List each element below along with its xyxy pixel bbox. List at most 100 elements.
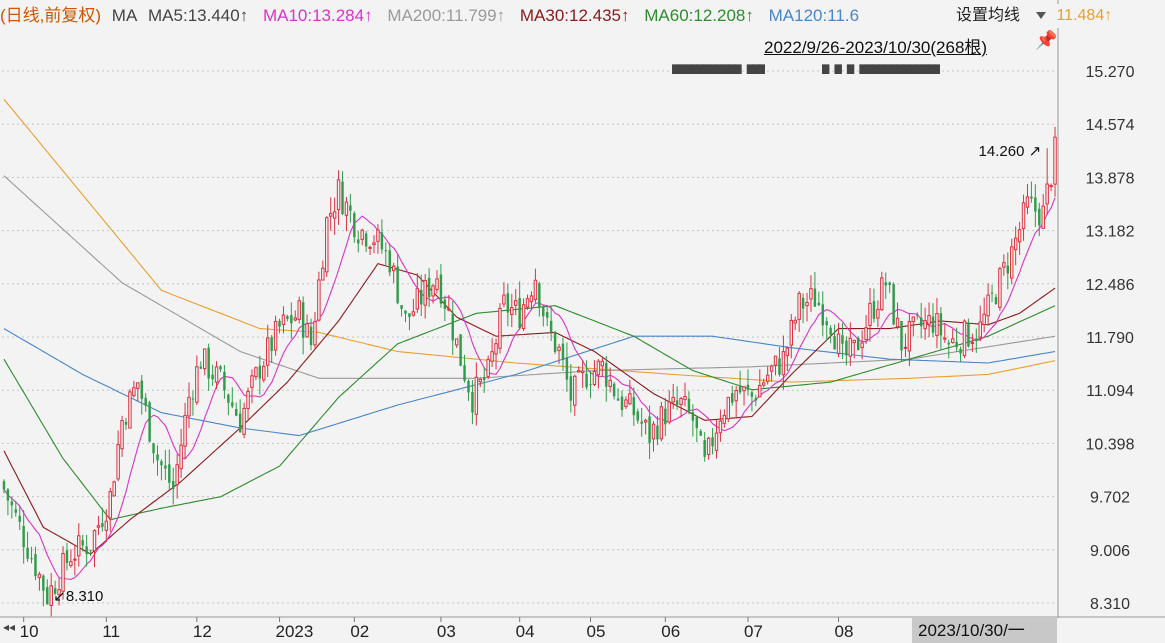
candle-body bbox=[483, 376, 486, 381]
candle-body bbox=[262, 365, 266, 381]
masked-text-1: ▆▆▆▆▆▆▆▆▆▆▆ ▆▆▆ bbox=[672, 62, 766, 74]
candle-body bbox=[400, 305, 403, 309]
candle-body bbox=[313, 321, 317, 346]
candle-body bbox=[596, 360, 601, 376]
candle-body bbox=[576, 370, 581, 373]
y-tick-label: 15.270 bbox=[1086, 64, 1135, 81]
candle-body bbox=[1013, 237, 1018, 251]
candle-body bbox=[648, 416, 651, 443]
candle-body bbox=[1025, 196, 1030, 208]
candle-body bbox=[227, 394, 230, 403]
candle-body bbox=[258, 365, 262, 379]
candle-body bbox=[805, 302, 809, 307]
candle-body bbox=[203, 348, 207, 370]
candle-body bbox=[1006, 265, 1010, 274]
candle-body bbox=[785, 347, 790, 357]
candle-body bbox=[864, 327, 868, 340]
legend-ma10: MA10:13.284↑ bbox=[262, 6, 373, 25]
candle-body bbox=[297, 300, 301, 320]
candle-body bbox=[191, 398, 195, 400]
candle-body bbox=[722, 414, 727, 424]
candle-body bbox=[254, 367, 258, 378]
candle-body bbox=[364, 233, 368, 247]
candle-body bbox=[199, 366, 203, 369]
candle-body bbox=[695, 416, 699, 429]
candle-body bbox=[404, 310, 407, 314]
candle-body bbox=[332, 211, 337, 219]
candle-body bbox=[746, 384, 750, 390]
candle-body bbox=[1045, 183, 1049, 205]
candle-body bbox=[391, 265, 396, 272]
candle-body bbox=[34, 554, 37, 577]
candle-body bbox=[829, 327, 832, 335]
candle-body bbox=[675, 400, 679, 405]
candle-body bbox=[998, 268, 1002, 308]
candle-body bbox=[309, 326, 313, 346]
candle-body bbox=[290, 315, 293, 324]
candle-body bbox=[975, 338, 978, 341]
candle-body bbox=[659, 406, 664, 440]
candle-body bbox=[789, 319, 794, 346]
candle-body bbox=[250, 375, 254, 388]
candle-body bbox=[265, 337, 270, 366]
candle-body bbox=[538, 283, 541, 307]
candle-body bbox=[514, 300, 518, 306]
candle-body bbox=[293, 317, 297, 321]
candle-body bbox=[214, 366, 219, 383]
candle-body bbox=[14, 509, 17, 513]
candle-body bbox=[903, 346, 908, 349]
candle-body bbox=[435, 278, 439, 291]
candle-body bbox=[813, 288, 817, 307]
candle-body bbox=[246, 390, 250, 410]
candle-body bbox=[868, 302, 872, 326]
candlestick-chart[interactable]: 14.260 ↗↙8.310 15.27014.57413.87813.1821… bbox=[0, 0, 1165, 643]
candle-body bbox=[589, 384, 592, 386]
candle-body bbox=[490, 351, 494, 362]
candle-body bbox=[962, 320, 967, 357]
candle-body bbox=[529, 295, 534, 303]
candle-body bbox=[353, 213, 356, 238]
candle-body bbox=[565, 357, 569, 380]
ma-settings-dropdown[interactable]: 设置均线 11.484↑ bbox=[948, 4, 1121, 28]
candle-body bbox=[506, 293, 510, 313]
candle-body bbox=[711, 437, 714, 447]
candle-body bbox=[85, 546, 88, 555]
candle-body bbox=[620, 396, 624, 410]
candle-body bbox=[592, 371, 597, 385]
low-label: ↙8.310 bbox=[53, 588, 103, 605]
candle-body bbox=[172, 480, 175, 490]
x-tick-label: 12 bbox=[193, 622, 212, 641]
candle-body bbox=[510, 307, 514, 315]
candle-body bbox=[667, 401, 671, 423]
candle-body bbox=[600, 360, 605, 367]
candle-body bbox=[478, 378, 483, 383]
y-tick-label: 11.790 bbox=[1086, 330, 1134, 347]
y-tick-label: 9.702 bbox=[1090, 490, 1130, 507]
candle-body bbox=[92, 530, 97, 552]
candle-body bbox=[765, 374, 770, 382]
current-date-label: 2023/10/30/一 bbox=[912, 618, 1057, 643]
candle-body bbox=[978, 321, 982, 338]
legend-ma30: MA30:12.435↑ bbox=[519, 6, 630, 25]
candle-body bbox=[927, 314, 931, 325]
candle-body bbox=[183, 414, 187, 447]
candle-body bbox=[1017, 229, 1022, 243]
y-tick-label: 12.486 bbox=[1086, 277, 1135, 294]
y-tick-label: 13.878 bbox=[1086, 170, 1135, 187]
candle-body bbox=[714, 432, 719, 451]
candle-body bbox=[281, 314, 286, 326]
legend-ma200: MA200:11.799↑ bbox=[387, 6, 506, 25]
candle-body bbox=[1041, 205, 1045, 229]
scroll-left-icon[interactable]: ◂◂ bbox=[3, 620, 15, 634]
candle-body bbox=[73, 558, 77, 561]
candle-body bbox=[61, 552, 65, 592]
candle-body bbox=[325, 217, 329, 273]
candle-body bbox=[955, 341, 958, 348]
candle-body bbox=[454, 338, 459, 346]
pin-icon[interactable]: 📌 bbox=[1035, 30, 1057, 51]
candle-body bbox=[1030, 196, 1033, 199]
candle-body bbox=[124, 421, 128, 425]
candle-body bbox=[876, 308, 880, 319]
candle-body bbox=[521, 304, 526, 330]
candle-body bbox=[2, 481, 6, 490]
